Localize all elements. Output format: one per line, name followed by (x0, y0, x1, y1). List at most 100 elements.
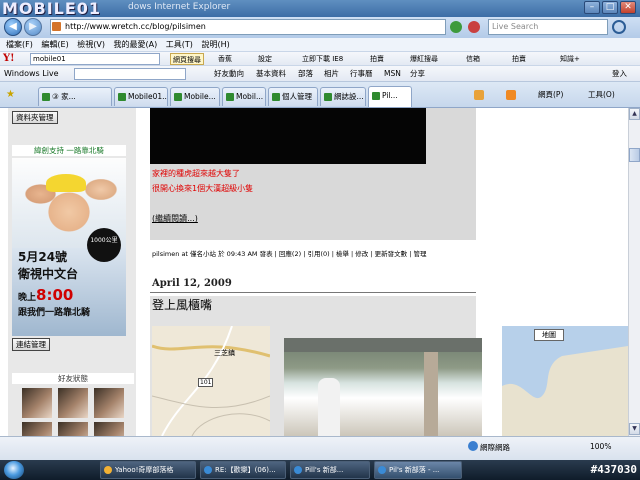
map-label: 三芝鎮 (214, 349, 235, 357)
map-legend: 地圖 (534, 329, 564, 341)
watermark-logo: MOBILE01 (2, 0, 102, 18)
yahoo-banana-button[interactable]: 香蕉 (218, 53, 232, 65)
taskbar-item-label: Pill's 新部... (305, 466, 344, 474)
yahoo-ie8-button[interactable]: 立即下載 IE8 (302, 53, 343, 65)
start-button[interactable] (4, 461, 24, 479)
home-icon[interactable] (474, 90, 484, 100)
tools-menu-button[interactable]: 工具(O) (588, 88, 615, 102)
friend-avatar[interactable] (94, 422, 124, 436)
map-label: 101 (198, 378, 214, 387)
page-menu-button[interactable]: 網頁(P) (538, 88, 563, 102)
side-map[interactable] (502, 326, 628, 436)
post-title[interactable]: 登上風櫃嘴 (152, 297, 212, 313)
tab-icon (324, 93, 332, 101)
status-bar (0, 436, 640, 460)
back-button[interactable]: ◀ (4, 18, 22, 36)
tab-2[interactable]: Mobile01... (114, 87, 168, 106)
friend-avatar[interactable] (58, 388, 88, 418)
ie-app-icon (294, 466, 302, 474)
tab-1[interactable]: ③ 家... (38, 87, 112, 106)
wl-friends-link[interactable]: 好友動向 (214, 66, 244, 82)
favorites-star-icon[interactable]: ★ (6, 90, 16, 100)
yahoo-logo[interactable]: Y! (3, 52, 15, 66)
yahoo-hot-search-button[interactable]: 爆紅搜尋 (410, 53, 438, 65)
address-row: ◀ ▶ http://www.wretch.cc/blog/pilsimen L… (0, 17, 640, 38)
tab-5[interactable]: 個人管理 (268, 87, 318, 106)
tab-active[interactable]: Pil... (368, 86, 412, 107)
taskbar-item-label: Pil's 新部落 - ... (389, 466, 440, 474)
ad-badge: 1000公里 (87, 228, 121, 262)
friend-avatar[interactable] (22, 388, 52, 418)
maximize-button[interactable]: □ (602, 1, 618, 14)
wl-photos-link[interactable]: 相片 (324, 66, 339, 82)
menu-file[interactable]: 檔案(F) (6, 38, 33, 52)
yahoo-web-search-button[interactable]: 網頁搜尋 (170, 53, 204, 65)
friend-avatar[interactable] (58, 422, 88, 436)
address-input[interactable]: http://www.wretch.cc/blog/pilsimen (50, 19, 446, 35)
tab-label: ③ 家... (52, 92, 76, 101)
post-red-text: 家裡的種虎超來越大隻了 (152, 169, 240, 178)
window-title: dows Internet Explorer (128, 2, 231, 12)
stop-icon[interactable] (468, 21, 480, 33)
taskbar-item[interactable]: Pill's 新部... (290, 461, 370, 479)
forward-button[interactable]: ▶ (24, 18, 42, 36)
windows-live-logo[interactable]: Windows Live (4, 66, 59, 82)
route-map[interactable]: 三芝鎮 101 (152, 326, 270, 436)
wl-calendar-link[interactable]: 行事曆 (350, 66, 373, 82)
menu-view[interactable]: 檢視(V) (77, 38, 105, 52)
taskbar-item[interactable]: Yahoo!奇摩部落格 (100, 461, 196, 479)
friend-avatar[interactable] (94, 388, 124, 418)
ad-heading: 緯創支持 一路靠北騎 (12, 145, 126, 156)
menu-edit[interactable]: 編輯(E) (41, 38, 68, 52)
yahoo-knowledge-button[interactable]: 知識+ (560, 53, 580, 65)
read-more-link[interactable]: (繼續閱讀...) (152, 213, 198, 224)
friend-avatar[interactable] (22, 422, 52, 436)
ad-date: 5月24號 (18, 250, 68, 264)
zoom-level[interactable]: 100% (590, 442, 611, 451)
go-icon[interactable] (450, 21, 462, 33)
link-manage-button[interactable]: 連結管理 (12, 338, 50, 351)
wl-profile-link[interactable]: 基本資料 (256, 66, 286, 82)
tab-label: Mobile01... (128, 92, 168, 101)
taskbar-item-active[interactable]: Pil's 新部落 - ... (374, 461, 462, 479)
menu-tools[interactable]: 工具(T) (166, 38, 193, 52)
wl-share-link[interactable]: 分享 (410, 66, 425, 82)
minimize-button[interactable]: – (584, 1, 600, 14)
live-search-input[interactable]: Live Search (488, 19, 608, 35)
menu-help[interactable]: 說明(H) (201, 38, 229, 52)
post-photo[interactable] (284, 338, 482, 436)
taskbar-item[interactable]: RE:【歡樂】(06)... (200, 461, 286, 479)
yahoo-auction2-button[interactable]: 拍賣 (512, 53, 526, 65)
menu-favorites[interactable]: 我的最愛(A) (114, 38, 158, 52)
divider (150, 292, 476, 293)
wl-blog-link[interactable]: 部落 (298, 66, 313, 82)
wl-msn-link[interactable]: MSN (384, 66, 401, 82)
yahoo-search-input[interactable]: mobile01 (30, 53, 160, 65)
tab-icon (118, 93, 126, 101)
yahoo-auction-button[interactable]: 拍賣 (370, 53, 384, 65)
scroll-thumb[interactable] (629, 148, 640, 162)
post-date: April 12, 2009 (152, 278, 232, 289)
search-icon[interactable] (612, 20, 626, 34)
yahoo-settings-button[interactable]: 設定 (258, 53, 272, 65)
close-button[interactable]: ✕ (620, 1, 636, 14)
ad-channel: 衛視中文台 (18, 267, 79, 281)
person-shape (318, 378, 340, 436)
post-meta: pilsimen at 僅名小站 於 09:43 AM 發表 | 回應(2) |… (152, 250, 427, 258)
yahoo-app-icon (104, 466, 112, 474)
folder-manage-button[interactable]: 資料夾管理 (12, 111, 58, 124)
tab-label: 網誌設... (334, 92, 364, 101)
scroll-down-arrow-icon[interactable]: ▼ (629, 423, 640, 435)
yahoo-mail-button[interactable]: 信箱 (466, 53, 480, 65)
ad-banner[interactable]: 1000公里 5月24號 衛視中文台 晚上8:00 跟我們一路靠北騎 (12, 158, 126, 336)
post-image (150, 108, 426, 164)
vertical-scrollbar[interactable]: ▲ ▼ (628, 108, 640, 436)
windows-live-search-input[interactable] (74, 68, 186, 80)
tab-4[interactable]: Mobil... (222, 87, 266, 106)
rss-icon[interactable] (506, 90, 516, 100)
tab-3[interactable]: Mobile... (170, 87, 220, 106)
taskbar-item-label: RE:【歡樂】(06)... (215, 466, 276, 474)
wl-signin-link[interactable]: 登入 (612, 66, 627, 82)
tab-6[interactable]: 網誌設... (320, 87, 366, 106)
scroll-up-arrow-icon[interactable]: ▲ (629, 108, 640, 120)
